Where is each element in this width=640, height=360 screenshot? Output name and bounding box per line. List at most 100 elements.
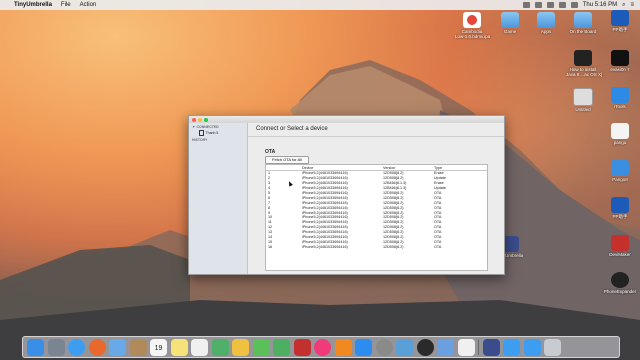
table-row[interactable]: 11 iPhone5,2(4461033694416) 12D508(8.2) OTA (266, 220, 487, 225)
evasi0n-icon (611, 50, 629, 66)
row-version: 12D508(8.2) (383, 176, 404, 181)
desktop-icon-pp[interactable]: PP助手 (603, 10, 637, 32)
table-row[interactable]: 15 iPhone5,2(4461033694416) 12D508(8.2) OTA (266, 239, 487, 244)
photos-icon[interactable] (232, 338, 249, 356)
table-row[interactable]: 4 iPhone5,2(4461033694416) 12B466(8.1.3) Up… (266, 186, 487, 191)
row-index: 5 (268, 191, 271, 195)
quicktime-icon[interactable] (416, 338, 434, 356)
firefox-icon[interactable] (88, 338, 106, 356)
launchpad-icon[interactable] (47, 338, 65, 356)
table-row[interactable]: 13 iPhone5,2(4461033694416) 12D508(8.2) OTA (266, 230, 487, 235)
ibooks-icon[interactable] (334, 338, 352, 356)
menu-file[interactable]: File (61, 2, 71, 8)
desktop-icon-label: Untitled (575, 107, 591, 112)
facetime-icon[interactable] (273, 338, 290, 356)
image-file-icon (573, 88, 593, 106)
desktop-icon-game[interactable]: Game (493, 12, 527, 34)
desktop-icon-label: pangu (613, 140, 627, 145)
menu-app-name[interactable]: TinyUmbrella (14, 2, 52, 8)
desktop-icon-evasi0n[interactable]: evasi0n 7 (603, 50, 637, 72)
row-type: OTA (434, 195, 442, 200)
table-row[interactable]: 14 iPhone5,2(4461033694416) 12D508(8.2) OTA (266, 235, 487, 240)
desktop-icon-java-guide[interactable]: How to install Java 8....ac OS X] (566, 50, 603, 77)
safari-icon[interactable] (68, 338, 85, 356)
window-titlebar[interactable] (189, 116, 504, 123)
preview-icon[interactable] (437, 338, 454, 356)
desktop-icon-apps[interactable]: Apps (529, 12, 563, 34)
table-row[interactable]: 3 iPhone5,2(4461033694416) 12B466(8.1.3) Er… (266, 181, 487, 186)
fetch-ota-button[interactable]: Fetch OTA for All (265, 156, 309, 164)
table-row[interactable]: 12 iPhone5,2(4461033694416) 12D508(8.2) OTA (266, 225, 487, 230)
sidebar-connected-header[interactable]: ▼ CONNECTED (189, 125, 247, 129)
reminders-icon[interactable] (191, 338, 208, 356)
desktop-icon-ipa[interactable]: Cambodia Low-1.0.bdmv.ipa (455, 12, 490, 39)
battery-icon[interactable] (570, 2, 578, 8)
row-version: 12D508(8.2) (383, 210, 404, 215)
trash-icon[interactable] (544, 338, 561, 356)
desktop-icon-itools[interactable]: iTools (603, 87, 637, 109)
textedit-icon[interactable] (457, 338, 475, 356)
row-type: OTA (434, 205, 442, 210)
volume-icon[interactable] (558, 2, 566, 8)
row-type: OTA (434, 239, 442, 244)
desktop-icon-label: How to install Java 8....ac OS X] (566, 67, 603, 77)
documents-folder-icon[interactable] (523, 338, 541, 356)
calendar-icon[interactable]: 19 (150, 338, 167, 356)
folder-icon (501, 12, 519, 28)
row-version: 12D508(8.2) (383, 200, 404, 205)
minimize-icon[interactable] (198, 117, 202, 122)
table-row[interactable]: 10 iPhone5,2(4461033694416) 12D508(8.2) OTA (266, 215, 487, 220)
menu-action[interactable]: Action (80, 2, 97, 8)
desktop-icon-on-the-board[interactable]: On the Board (566, 12, 600, 34)
table-row[interactable]: 8 iPhone5,2(4461033694416) 12D508(8.2) OTA (266, 205, 487, 210)
mail-icon[interactable] (109, 338, 126, 356)
zoom-icon[interactable] (204, 117, 208, 122)
status-icon[interactable] (534, 2, 542, 8)
itunes-icon[interactable] (314, 338, 331, 356)
document-icon (574, 50, 592, 66)
table-row[interactable]: 7 iPhone5,2(4461033694416) 12D508(8.2) OTA (266, 200, 487, 205)
table-row[interactable]: 1 iPhone5,2(4461033694416) 12D508(8.2) Eras… (266, 171, 487, 176)
messages-icon[interactable] (252, 338, 270, 356)
row-type: OTA (434, 200, 442, 205)
sidebar-history-header[interactable]: HISTORY (189, 138, 247, 142)
spotlight-icon[interactable]: ⌕ (622, 2, 625, 9)
table-row[interactable]: 16 iPhone5,2(4461033694416) 12D508(8.2) OTA (266, 244, 487, 249)
photo-booth-icon[interactable] (293, 338, 311, 356)
close-icon[interactable] (192, 117, 196, 122)
column-header-version[interactable]: Version (383, 166, 434, 170)
desktop-icon-phoneexpander[interactable]: PhoneExpander (603, 272, 637, 294)
column-header-device[interactable]: Device (302, 166, 383, 170)
finder-icon[interactable] (27, 338, 44, 356)
column-header-type[interactable]: Type (434, 166, 484, 170)
desktop-icon-label: PP助手 (612, 27, 628, 32)
notes-icon[interactable] (170, 338, 188, 356)
row-index: 8 (268, 205, 271, 210)
desktop-icon-untitled[interactable]: Untitled (566, 88, 600, 112)
menu-clock[interactable]: Thu 5:16 PM (583, 2, 617, 8)
desktop-icon-devimaker[interactable]: DeviMaker (603, 235, 637, 257)
contacts-icon[interactable] (129, 338, 147, 356)
ota-table[interactable]: Device Version Type 1 iPhone5,2(446103369… (265, 164, 488, 271)
desktop-icon-label: PP助手 (612, 214, 628, 219)
wifi-icon[interactable] (546, 2, 554, 8)
table-row[interactable]: 9 iPhone5,2(4461033694416) 12D508(8.2) OTA (266, 210, 487, 215)
row-index: 11 (268, 220, 272, 225)
table-row[interactable]: 5 iPhone5,2(4461033694416) 12D508(8.2) OTA (266, 191, 487, 196)
table-row[interactable]: 2 iPhone5,2(4461033694416) 12D508(8.2) Upda… (266, 176, 487, 181)
desktop-icon-pp2[interactable]: PP助手 (603, 197, 637, 219)
notification-center-icon[interactable]: ≡ (630, 2, 634, 8)
app-store-icon[interactable] (355, 338, 372, 356)
tinyumbrella-icon[interactable] (482, 338, 500, 356)
row-version: 12D508(8.2) (383, 195, 404, 200)
row-version: 12B466(8.1.3) (383, 181, 407, 186)
sidebar-device-item[interactable]: Thanh 5 (189, 130, 247, 136)
desktop-icon-pangu8[interactable]: Pangu8 (603, 160, 637, 182)
table-row[interactable]: 6 iPhone5,2(4461033694416) 12D508(8.2) OTA (266, 195, 487, 200)
status-icon[interactable] (522, 2, 530, 8)
maps-icon[interactable] (211, 338, 229, 356)
system-preferences-icon[interactable] (375, 338, 393, 356)
desktop-icon-pangu[interactable]: pangu (603, 123, 637, 145)
iphoto-icon[interactable] (396, 338, 413, 356)
downloads-folder-icon[interactable] (503, 338, 520, 356)
